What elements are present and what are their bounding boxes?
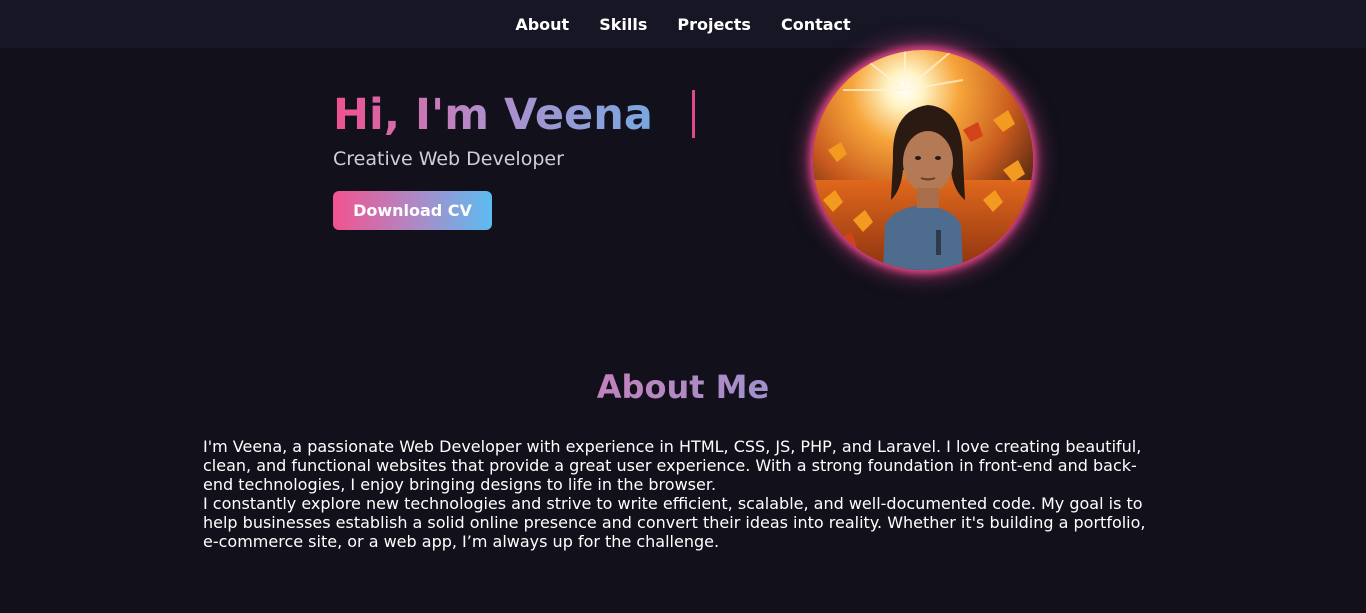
hero-subtitle: Creative Web Developer [333, 148, 564, 170]
typing-cursor [692, 90, 695, 138]
nav-link-contact[interactable]: Contact [781, 15, 851, 34]
about-paragraph-1: I'm Veena, a passionate Web Developer wi… [203, 437, 1142, 494]
profile-photo [813, 50, 1033, 270]
nav-link-projects[interactable]: Projects [677, 15, 751, 34]
nav-link-about[interactable]: About [515, 15, 569, 34]
about-text: I'm Veena, a passionate Web Developer wi… [203, 437, 1163, 551]
about-heading-text: About Me [596, 368, 770, 406]
hero-section: Hi, I'm Veena Creative Web Developer Dow… [0, 48, 1366, 308]
about-heading: About Me [0, 368, 1366, 406]
nav-link-skills[interactable]: Skills [599, 15, 647, 34]
about-paragraph-2: I constantly explore new technologies an… [203, 494, 1146, 551]
profile-photo-illustration [813, 50, 1033, 270]
navbar: About Skills Projects Contact [0, 0, 1366, 48]
download-cv-button[interactable]: Download CV [333, 191, 492, 230]
hero-title: Hi, I'm Veena [333, 90, 653, 140]
